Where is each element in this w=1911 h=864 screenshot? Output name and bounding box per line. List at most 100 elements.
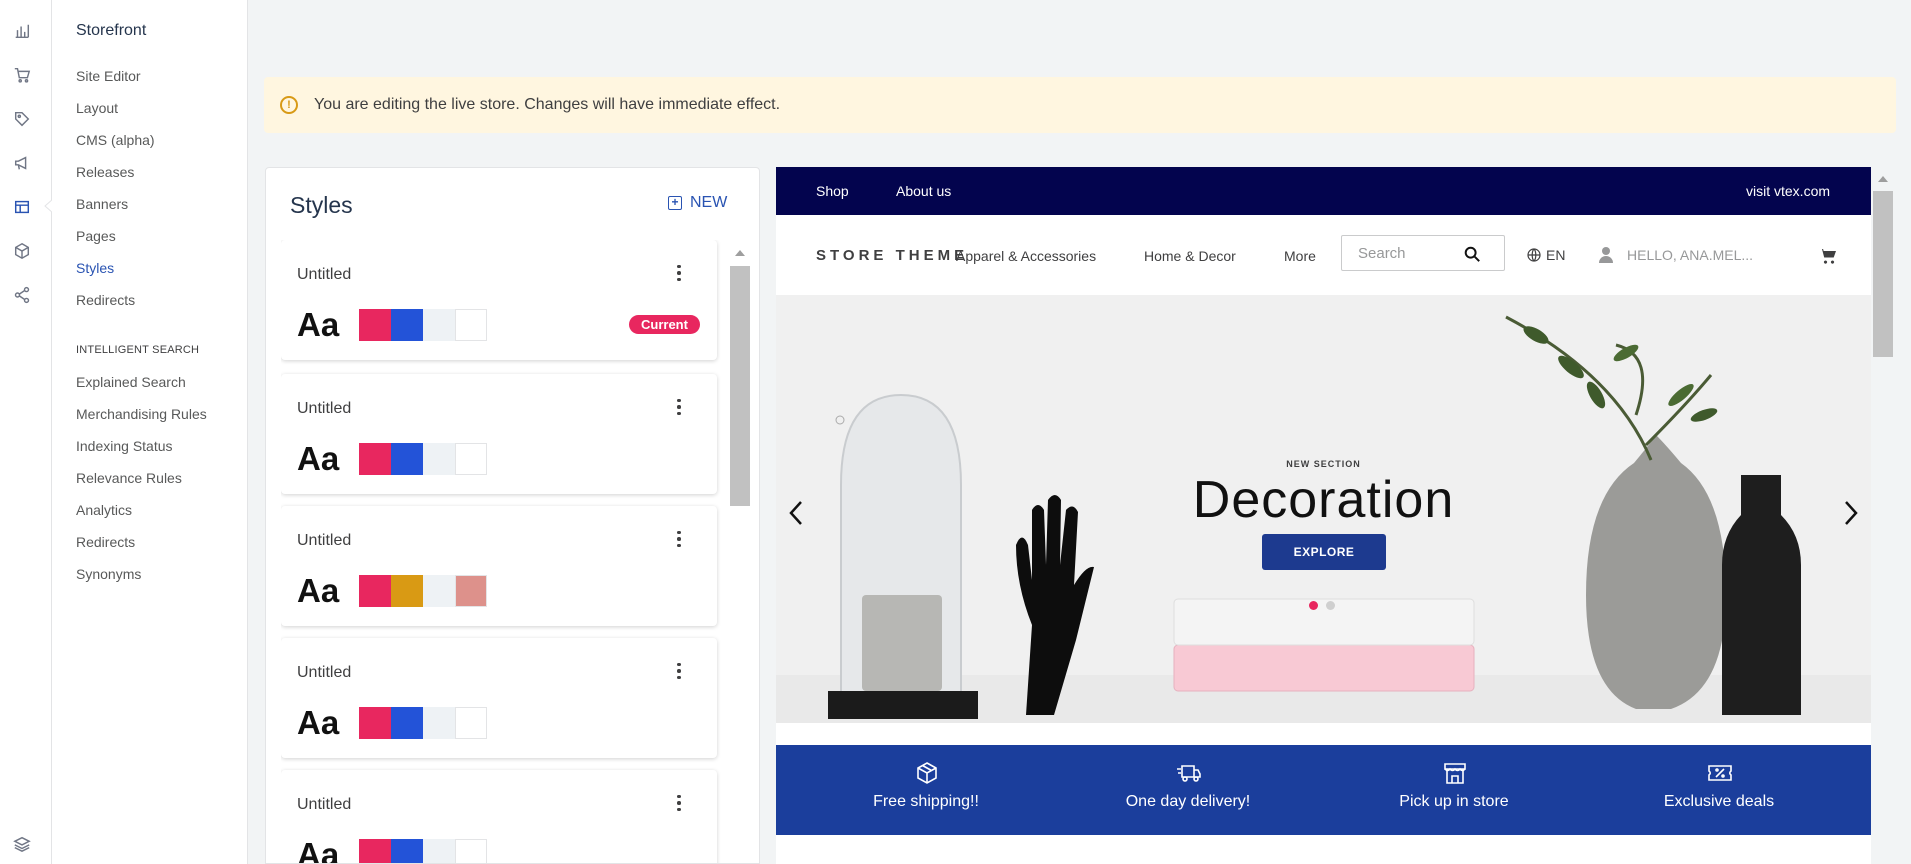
language-selector[interactable]: EN: [1526, 247, 1565, 263]
styles-panel: Styles + NEW Untitled Aa Current Untitle…: [265, 167, 760, 864]
swatch: [455, 707, 487, 739]
store-search-input[interactable]: Search: [1341, 235, 1505, 271]
topbar-shop-link[interactable]: Shop: [816, 183, 849, 199]
slider-dots: [1309, 601, 1335, 610]
benefit-exclusive-deals: Exclusive deals: [1619, 745, 1819, 835]
nav-item-analytics[interactable]: Analytics: [76, 502, 132, 518]
benefit-label: Pick up in store: [1399, 793, 1509, 810]
search-icon[interactable]: [1463, 245, 1481, 263]
color-swatches: [359, 839, 487, 863]
layout-icon[interactable]: [12, 197, 32, 217]
nav-item-releases[interactable]: Releases: [76, 164, 134, 180]
new-style-button[interactable]: + NEW: [668, 194, 727, 212]
swatch: [423, 443, 455, 475]
search-placeholder: Search: [1358, 245, 1406, 262]
slider-dot[interactable]: [1326, 601, 1335, 610]
swatch: [359, 839, 391, 863]
layers-icon[interactable]: [12, 834, 32, 854]
style-name: Untitled: [297, 664, 352, 681]
style-card[interactable]: Untitled Aa: [281, 506, 717, 626]
cart-icon[interactable]: [12, 65, 32, 85]
box-icon[interactable]: [12, 241, 32, 261]
preview-scrollbar[interactable]: [1871, 167, 1895, 864]
font-sample: Aa: [297, 704, 340, 741]
nav-item-layout[interactable]: Layout: [76, 100, 118, 116]
nav-item-indexing-status[interactable]: Indexing Status: [76, 438, 173, 454]
benefit-label: Free shipping!!: [873, 793, 979, 810]
style-card[interactable]: Untitled Aa: [281, 770, 717, 863]
nav-item-explained-search[interactable]: Explained Search: [76, 374, 186, 390]
font-sample: Aa: [297, 306, 340, 343]
benefit-one-day-delivery: One day delivery!: [1088, 745, 1288, 835]
share-icon[interactable]: [12, 285, 32, 305]
nav-item-site-editor[interactable]: Site Editor: [76, 68, 141, 84]
swatch: [423, 839, 455, 863]
scroll-up-arrow-icon[interactable]: [735, 250, 745, 256]
styles-scrollbar[interactable]: [728, 242, 752, 863]
style-card-list[interactable]: Untitled Aa Current Untitled Aa Untitled…: [281, 240, 721, 863]
explore-button[interactable]: EXPLORE: [1262, 534, 1386, 570]
warning-icon: !: [280, 96, 298, 114]
swatch: [391, 707, 423, 739]
styles-title: Styles: [290, 192, 353, 218]
scroll-up-arrow-icon[interactable]: [1878, 176, 1888, 182]
more-options-icon[interactable]: [671, 660, 687, 682]
nav-item-search-redirects[interactable]: Redirects: [76, 534, 135, 550]
benefit-pick-up: Pick up in store: [1354, 745, 1554, 835]
more-options-icon[interactable]: [671, 396, 687, 418]
nav-item-cms[interactable]: CMS (alpha): [76, 132, 155, 148]
style-name: Untitled: [297, 400, 352, 417]
nav-item-pages[interactable]: Pages: [76, 228, 116, 244]
color-swatches: [359, 443, 487, 475]
user-account[interactable]: HELLO, ANA.MEL...: [1597, 246, 1753, 264]
more-options-icon[interactable]: [671, 528, 687, 550]
more-options-icon[interactable]: [671, 262, 687, 284]
style-card[interactable]: Untitled Aa Current: [281, 240, 717, 360]
swatch: [455, 443, 487, 475]
hero-eyebrow: NEW SECTION: [1286, 459, 1361, 469]
swatch: [423, 309, 455, 341]
chart-icon[interactable]: [12, 21, 32, 41]
icon-rail: [0, 0, 53, 864]
nav-item-synonyms[interactable]: Synonyms: [76, 566, 141, 582]
nav-item-relevance-rules[interactable]: Relevance Rules: [76, 470, 182, 486]
store-logo[interactable]: STORE THEME: [816, 247, 968, 264]
swatch: [359, 443, 391, 475]
style-card[interactable]: Untitled Aa: [281, 638, 717, 758]
style-name: Untitled: [297, 266, 352, 283]
swatch: [455, 309, 487, 341]
swatch: [359, 309, 391, 341]
nav-item-redirects[interactable]: Redirects: [76, 292, 135, 308]
hero-title: Decoration: [1192, 471, 1455, 529]
swatch: [423, 707, 455, 739]
topbar-visit-link[interactable]: visit vtex.com: [1746, 183, 1830, 199]
plus-icon: +: [668, 196, 682, 210]
nav-item-merchandising-rules[interactable]: Merchandising Rules: [76, 406, 207, 422]
globe-icon: [1527, 248, 1541, 262]
scroll-thumb[interactable]: [1873, 191, 1893, 357]
menu-more[interactable]: More: [1284, 248, 1316, 264]
minicart-icon[interactable]: [1819, 248, 1837, 264]
megaphone-icon[interactable]: [12, 153, 32, 173]
topbar-about-link[interactable]: About us: [896, 183, 951, 199]
menu-apparel[interactable]: Apparel & Accessories: [956, 248, 1096, 264]
menu-home-decor[interactable]: Home & Decor: [1144, 248, 1236, 264]
swatch: [391, 839, 423, 863]
font-sample: Aa: [297, 572, 340, 609]
nav-item-banners[interactable]: Banners: [76, 196, 128, 212]
store-icon: [1444, 763, 1466, 784]
alert-message: You are editing the live store. Changes …: [314, 96, 781, 113]
slider-dot-active[interactable]: [1309, 601, 1318, 610]
benefits-bar: Free shipping!! One day delivery! Pick u…: [776, 745, 1871, 835]
style-card[interactable]: Untitled Aa: [281, 374, 717, 494]
benefit-free-shipping: Free shipping!!: [826, 745, 1026, 835]
more-options-icon[interactable]: [671, 792, 687, 814]
nav-item-styles[interactable]: Styles: [76, 260, 114, 276]
store-preview: Shop About us visit vtex.com STORE THEME…: [776, 167, 1871, 864]
swatch: [455, 839, 487, 863]
scroll-thumb[interactable]: [730, 266, 750, 506]
tag-icon[interactable]: [12, 109, 32, 129]
swatch: [391, 443, 423, 475]
swatch: [455, 575, 487, 607]
user-icon: [1597, 246, 1615, 264]
